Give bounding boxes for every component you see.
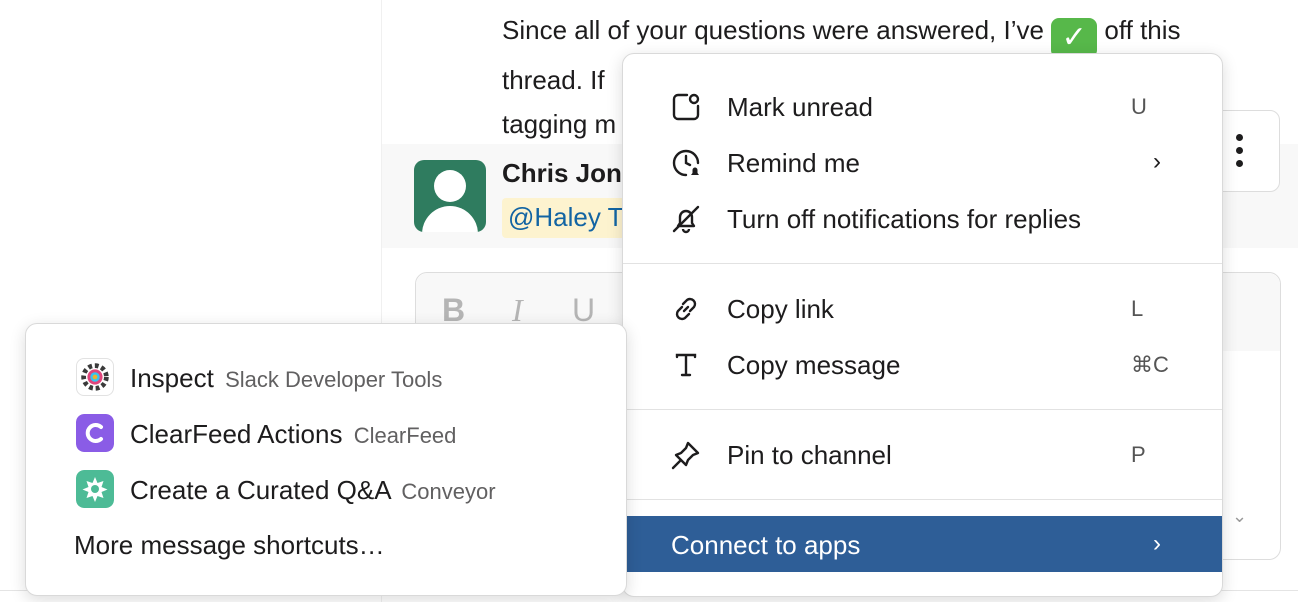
more-actions-icon[interactable]	[1232, 132, 1248, 170]
app-shortcut-conveyor[interactable]: Create a Curated Q&A Conveyor	[26, 464, 626, 514]
menu-item-shortcut: P	[1131, 442, 1146, 467]
avatar-head	[434, 170, 466, 202]
dot	[1236, 134, 1243, 141]
dot	[1236, 147, 1243, 154]
app-provider: ClearFeed	[353, 423, 457, 448]
menu-item-label: Mark unread	[727, 92, 873, 122]
menu-item-label: Connect to apps	[671, 530, 861, 560]
more-message-shortcuts-link[interactable]: More message shortcuts…	[74, 530, 385, 561]
app-provider: Slack Developer Tools	[225, 367, 443, 392]
menu-item-shortcut: ⌘C	[1131, 352, 1169, 377]
chevron-right-icon: ›	[1153, 530, 1161, 557]
link-icon	[675, 297, 697, 321]
chevron-down-icon[interactable]: ⌄	[1232, 506, 1247, 527]
check-mark-emoji: ✓	[1051, 18, 1098, 58]
clock-icon	[672, 149, 700, 177]
app-provider: Conveyor	[401, 479, 496, 504]
app-shortcut-label: Inspect Slack Developer Tools	[130, 363, 443, 393]
clearfeed-icon	[76, 414, 114, 452]
menu-item-turn-off-notifications[interactable]: Turn off notifications for replies	[623, 190, 1222, 244]
connect-apps-submenu: Inspect Slack Developer Tools ClearFeed …	[25, 323, 627, 596]
menu-divider	[623, 263, 1222, 264]
menu-item-label: Pin to channel	[727, 440, 892, 470]
app-shortcut-clearfeed[interactable]: ClearFeed Actions ClearFeed	[26, 408, 626, 458]
avatar-body	[422, 206, 478, 232]
message-line-1: Since all of your questions were answere…	[502, 8, 1282, 58]
menu-item-connect-to-apps[interactable]: Connect to apps ›	[623, 516, 1222, 572]
app-shortcut-inspect[interactable]: Inspect Slack Developer Tools	[26, 352, 626, 402]
menu-item-label: Remind me	[727, 148, 860, 178]
menu-divider	[623, 409, 1222, 410]
avatar[interactable]	[414, 160, 486, 232]
menu-item-shortcut: L	[1131, 296, 1144, 321]
menu-item-mark-unread[interactable]: Mark unread U	[623, 78, 1222, 132]
gear-icon	[76, 358, 114, 396]
author-name[interactable]: Chris Jon	[502, 158, 622, 189]
chevron-right-icon: ›	[1153, 148, 1161, 175]
bell-off-icon	[672, 205, 700, 234]
menu-item-label: Turn off notifications for replies	[727, 204, 1082, 234]
app-shortcut-label: Create a Curated Q&A Conveyor	[130, 475, 496, 505]
text-icon	[675, 353, 697, 377]
message-context-menu: Mark unread U Remind me › Turn off notif…	[622, 53, 1223, 597]
menu-item-copy-link[interactable]: Copy link L	[623, 280, 1222, 334]
mark-unread-icon	[672, 93, 700, 121]
menu-item-pin-to-channel[interactable]: Pin to channel P	[623, 426, 1222, 480]
menu-item-label: Copy message	[727, 350, 901, 380]
menu-item-copy-message[interactable]: Copy message ⌘C	[623, 336, 1222, 390]
menu-item-label: Copy link	[727, 294, 834, 324]
menu-item-shortcut: U	[1131, 94, 1147, 119]
pin-icon	[671, 441, 700, 470]
user-mention[interactable]: @Haley T	[502, 198, 630, 238]
menu-divider	[623, 499, 1222, 500]
dot	[1236, 160, 1243, 167]
conveyor-icon	[76, 470, 114, 508]
app-shortcut-label: ClearFeed Actions ClearFeed	[130, 419, 457, 449]
menu-item-remind-me[interactable]: Remind me ›	[623, 134, 1222, 188]
